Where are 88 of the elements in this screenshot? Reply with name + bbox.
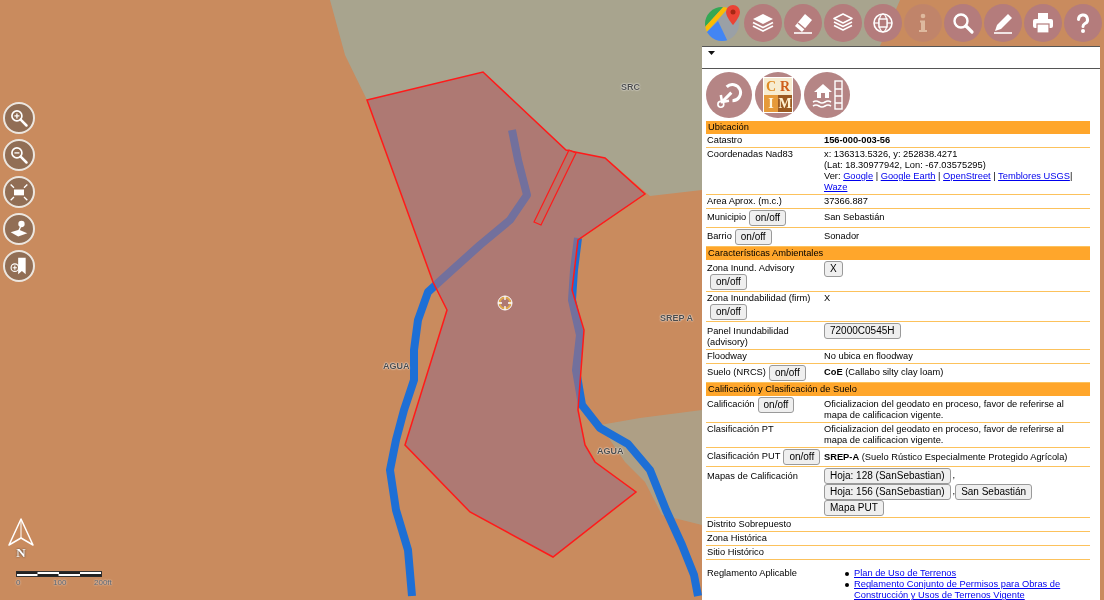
toggle-button[interactable]: on/off <box>710 304 747 321</box>
field-label: Floodway <box>707 350 747 361</box>
target-icon <box>497 295 513 311</box>
value-button[interactable]: 72000C0545H <box>824 323 901 340</box>
eraser-icon <box>791 11 815 35</box>
field-label: Suelo (NRCS) <box>707 367 766 378</box>
field-label: Area Aprox. (m.c.) <box>707 196 782 206</box>
map-label: SREP A <box>660 314 693 323</box>
scale-label: 200ft <box>94 578 112 587</box>
magnifier-plus-icon <box>9 108 29 128</box>
toggle-button[interactable]: on/off <box>783 449 821 466</box>
value-button[interactable]: Hoja: 156 (SanSebastian) <box>824 484 951 501</box>
field-label: Coordenadas Nad83 <box>707 149 793 159</box>
field-value: No ubica en floodway <box>824 350 913 361</box>
toggle-button[interactable]: on/off <box>734 229 772 245</box>
separator-text: | <box>992 171 997 181</box>
separator-text: | <box>874 171 880 181</box>
field-label: Municipio <box>707 212 747 223</box>
map-link[interactable]: OpenStreet <box>943 171 991 181</box>
field-label: Clasificación PUT <box>707 451 781 462</box>
field-value: Sonador <box>824 231 860 242</box>
separator-text: , <box>952 486 956 497</box>
north-arrow-icon <box>8 518 34 546</box>
pushpin-map-icon <box>9 219 29 239</box>
field-value: San Sebastián <box>824 212 885 223</box>
search-icon <box>951 11 975 35</box>
map-arrows-icon <box>9 182 29 202</box>
map-label: SRC <box>621 83 640 92</box>
field-label: Sitio Histórico <box>707 547 764 558</box>
field-label: Zona Histórica <box>707 533 767 544</box>
field-label: Catastro <box>707 135 743 145</box>
field-label: Barrio <box>707 231 732 242</box>
field-value: X <box>824 293 831 304</box>
scale-label: 100 <box>53 578 67 587</box>
pen-icon <box>991 11 1015 35</box>
field-label: Mapas de Calificación <box>707 470 798 481</box>
section-header: Características Ambientales <box>706 247 1090 260</box>
map-link[interactable]: Temblores USGS <box>998 171 1070 181</box>
house-flood-icon <box>811 80 843 110</box>
magnifier-minus-icon <box>9 145 29 165</box>
layers-icon <box>751 11 775 35</box>
section-header: Ubicación <box>706 121 1090 134</box>
printer-icon <box>1031 11 1055 35</box>
field-value: Oficializacion del geodato en proceso, favor de referirse al mapa de calificacion vigente. <box>824 424 1064 446</box>
separator-text: , <box>952 470 956 481</box>
field-value: SREP-A (Suelo Rústico Especialmente Protegido Agrícola) <box>824 451 1068 462</box>
globe-icon <box>871 11 895 35</box>
toggle-button[interactable]: on/off <box>768 364 806 381</box>
redirect-button[interactable] <box>706 72 752 118</box>
field-label: Calificación <box>707 399 755 410</box>
bullet-icon <box>845 572 849 577</box>
north-label: N <box>16 546 26 559</box>
field-value: CoE (Callabo silty clay loam) <box>824 367 944 378</box>
separator-text: | <box>1069 171 1074 181</box>
field-value: (Lat: 18.30977942, Lon: -67.03575295) <box>824 160 986 170</box>
regulation-link[interactable]: Plan de Uso de Terrenos <box>854 568 1079 580</box>
map-link[interactable]: Google <box>843 171 874 181</box>
field-label: Clasificación PT <box>707 424 774 435</box>
field-value: Ver: <box>824 171 842 181</box>
value-button[interactable]: San Sebastián <box>955 484 1033 501</box>
field-value: x: 136313.5326, y: 252838.4271 <box>824 149 958 159</box>
field-value: 156-000-003-56 <box>824 135 891 145</box>
map-link[interactable]: Waze <box>824 182 848 192</box>
flood-button[interactable] <box>804 72 850 118</box>
field-label: Reglamento Aplicable <box>706 568 798 581</box>
map-label: AGUA <box>383 362 410 371</box>
bullet-icon <box>845 583 849 588</box>
caret-icon[interactable] <box>708 51 715 55</box>
regulation-link[interactable]: Reglamento Conjunto de Permisos para Obras de Construcción y Usos de Terrenos Vigente <box>854 579 1079 600</box>
separator-text: | <box>937 171 942 181</box>
curved-arrow-icon <box>715 81 743 109</box>
value-button[interactable]: Hoja: 128 (SanSebastian) <box>824 468 951 485</box>
field-value: Oficializacion del geodato en proceso, favor de referirse al mapa de calificacion vigente. <box>824 399 1064 421</box>
value-button[interactable]: Mapa PUT <box>824 500 884 517</box>
map-link[interactable]: Google Earth <box>880 171 936 181</box>
toggle-button[interactable]: on/off <box>757 396 795 413</box>
logo-button[interactable]: C R I M <box>755 72 801 118</box>
toggle-button[interactable]: on/off <box>710 274 747 291</box>
toggle-button[interactable]: on/off <box>749 210 787 226</box>
field-label: Panel Inundabilidad (advisory) <box>707 325 789 347</box>
field-label: Zona Inundabilidad (firm) <box>707 293 811 304</box>
map-label: AGUA <box>597 447 624 456</box>
field-label: Distrito Sobrepuesto <box>707 519 792 530</box>
field-label: Zona Inund. Advisory <box>707 263 795 274</box>
field-value: 37366.887 <box>824 196 868 206</box>
bookmark-plus-icon <box>9 256 29 276</box>
value-button[interactable]: X <box>824 261 843 277</box>
scale-label: 0 <box>16 578 21 587</box>
